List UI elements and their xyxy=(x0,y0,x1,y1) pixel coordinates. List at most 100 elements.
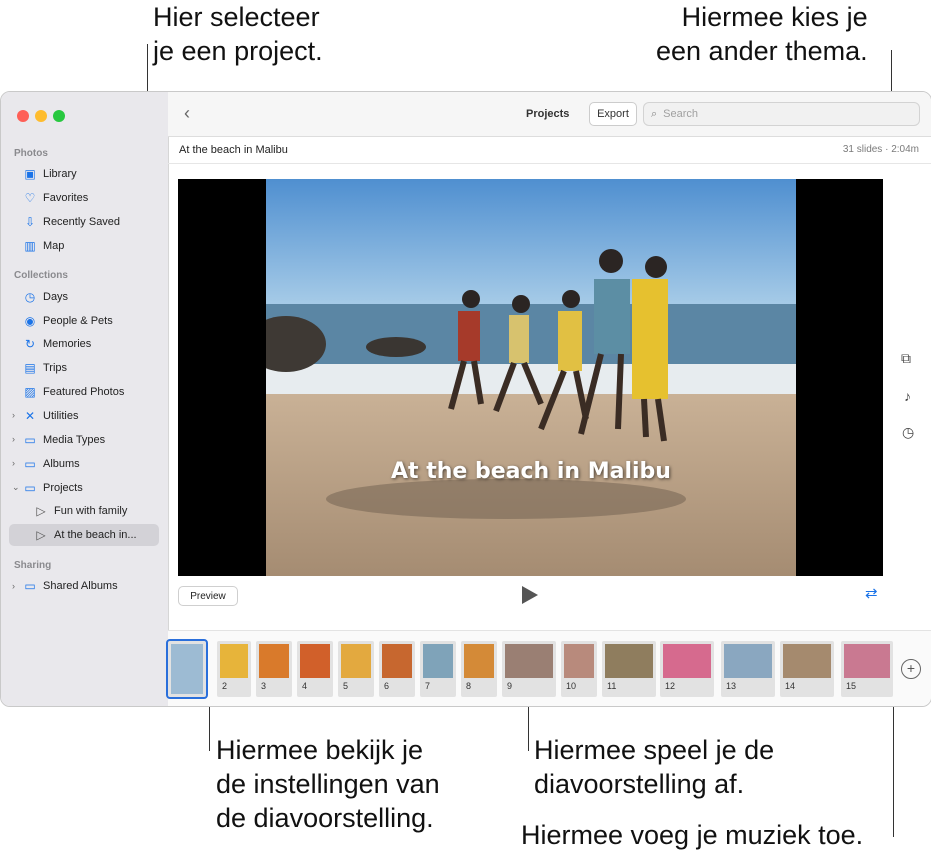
sidebar-item-label: Fun with family xyxy=(54,505,128,517)
sidebar-item-utilities[interactable]: ✕ Utilities xyxy=(9,405,159,427)
folder-icon: ▭ xyxy=(24,457,36,471)
slide-number: 2 xyxy=(222,681,228,691)
sidebar-item-albums[interactable]: ▭ Albums xyxy=(9,453,159,475)
slide-number: 9 xyxy=(507,681,513,691)
sidebar-item-recently-saved[interactable]: ⇩ Recently Saved xyxy=(9,211,159,233)
slide-thumbnail-image xyxy=(220,644,248,678)
minimize-window-button[interactable] xyxy=(35,110,47,122)
slide-thumbnail-image xyxy=(564,644,594,678)
slide-thumbnail[interactable]: 15 xyxy=(841,641,893,697)
thumbnail-strip: 15 14 13 12 11 10 9 8 7 6 5 4 3 2 + xyxy=(166,630,931,706)
sidebar-item-label: Map xyxy=(43,240,65,252)
sidebar-item-library[interactable]: ▣ Library xyxy=(9,163,159,185)
slide-thumbnail[interactable] xyxy=(166,639,208,699)
sidebar-item-at-the-beach[interactable]: ▷ At the beach in... xyxy=(9,524,159,546)
slide-thumbnail[interactable]: 13 xyxy=(721,641,775,697)
play-button[interactable] xyxy=(522,586,538,604)
timer-icon[interactable]: ◷ xyxy=(902,424,914,441)
slide-thumbnail[interactable]: 6 xyxy=(379,641,415,697)
slide-thumbnail-image xyxy=(171,644,203,694)
slide-number: 6 xyxy=(384,681,390,691)
collections-section-header: Collections xyxy=(14,270,68,281)
slide-thumbnail-image xyxy=(783,644,831,678)
slide-thumbnail[interactable]: 8 xyxy=(461,641,497,697)
sidebar-item-label: People & Pets xyxy=(43,315,113,327)
slide-thumbnail[interactable]: 5 xyxy=(338,641,374,697)
back-button[interactable]: ‹ xyxy=(184,103,190,124)
callout-select-project: Hier selecteer je een project. xyxy=(153,2,323,66)
sidebar-item-trips[interactable]: ▤ Trips xyxy=(9,357,159,379)
slide-thumbnail[interactable]: 14 xyxy=(780,641,834,697)
slide-thumbnail[interactable]: 7 xyxy=(420,641,456,697)
sidebar-item-label: Memories xyxy=(43,338,92,350)
heart-icon: ♡ xyxy=(24,191,36,205)
slide-thumbnail[interactable]: 11 xyxy=(602,641,656,697)
callout-play-slideshow: Hiermee speel je de diavoorstelling af. xyxy=(534,735,775,799)
slide-viewer[interactable]: At the beach in Malibu xyxy=(178,179,883,576)
sidebar-item-label: Shared Albums xyxy=(43,580,118,592)
person-icon: ◉ xyxy=(24,314,36,328)
add-slide-button[interactable]: + xyxy=(901,659,921,679)
theme-icon[interactable]: ⧉ xyxy=(901,350,911,367)
memories-icon: ↻ xyxy=(24,337,36,351)
export-button[interactable]: Export xyxy=(589,102,637,126)
slide-thumbnail-image xyxy=(423,644,453,678)
sidebar-item-days[interactable]: ◷ Days xyxy=(9,286,159,308)
loop-icon[interactable]: ⇄ xyxy=(865,584,878,602)
sidebar-item-media-types[interactable]: ▭ Media Types xyxy=(9,429,159,451)
slide-number: 3 xyxy=(261,681,267,691)
slide-thumbnail[interactable]: 12 xyxy=(660,641,714,697)
shared-album-icon: ▭ xyxy=(24,579,36,593)
slide-number: 15 xyxy=(846,681,857,691)
folder-icon: ▭ xyxy=(24,481,36,495)
music-icon[interactable]: ♪ xyxy=(904,388,911,404)
sidebar-item-memories[interactable]: ↻ Memories xyxy=(9,333,159,355)
close-window-button[interactable] xyxy=(17,110,29,122)
slide-thumbnail-image xyxy=(464,644,494,678)
photos-section-header: Photos xyxy=(14,148,48,159)
slide-thumbnail-image xyxy=(605,644,653,678)
sidebar-item-shared-albums[interactable]: ▭ Shared Albums xyxy=(9,575,159,597)
project-title: At the beach in Malibu xyxy=(179,144,288,156)
sharing-section-header: Sharing xyxy=(14,560,52,571)
toolbar: ‹ Projects Export ⌕ Search xyxy=(168,92,931,137)
slide-number: 11 xyxy=(607,681,617,691)
sidebar-item-label: Projects xyxy=(43,482,83,494)
slide-thumbnail[interactable]: 9 xyxy=(502,641,556,697)
slide-thumbnail[interactable]: 3 xyxy=(256,641,292,697)
zoom-window-button[interactable] xyxy=(53,110,65,122)
slide-thumbnail-image xyxy=(300,644,330,678)
sidebar-item-label: Media Types xyxy=(43,434,106,446)
preview-button[interactable]: Preview xyxy=(178,586,238,606)
photo-icon: ▨ xyxy=(24,385,36,399)
callout-preview-settings: Hiermee bekijk je de instellingen van de… xyxy=(216,735,440,833)
tools-icon: ✕ xyxy=(24,409,36,423)
sidebar-item-featured-photos[interactable]: ▨ Featured Photos xyxy=(9,381,159,403)
sidebar-item-favorites[interactable]: ♡ Favorites xyxy=(9,187,159,209)
sidebar-item-people-pets[interactable]: ◉ People & Pets xyxy=(9,310,159,332)
folder-icon: ▭ xyxy=(24,433,36,447)
slide-number: 13 xyxy=(726,681,737,691)
slide-thumbnail[interactable]: 10 xyxy=(561,641,597,697)
sidebar-item-label: Recently Saved xyxy=(43,216,121,228)
library-icon: ▣ xyxy=(24,167,36,181)
search-field[interactable]: ⌕ Search xyxy=(643,102,920,126)
photos-window: Photos ▣ Library ♡ Favorites ⇩ Recently Sav… xyxy=(0,91,931,707)
slide-thumbnail-image xyxy=(844,644,890,678)
search-placeholder: Search xyxy=(663,108,699,120)
slide-number: 12 xyxy=(665,681,676,691)
slide-title-text: At the beach in Malibu xyxy=(391,459,671,484)
toolbar-title: Projects xyxy=(526,108,570,120)
slide-number: 14 xyxy=(785,681,796,691)
sidebar-item-map[interactable]: ▥ Map xyxy=(9,235,159,257)
slide-thumbnail[interactable]: 2 xyxy=(217,641,251,697)
project-info-bar: At the beach in Malibu 31 slides · 2:04m xyxy=(168,137,931,164)
slide-number: 5 xyxy=(343,681,349,691)
sidebar-item-fun-with-family[interactable]: ▷ Fun with family xyxy=(9,500,159,522)
sidebar-item-projects[interactable]: ▭ Projects xyxy=(9,477,159,499)
slide-number: 8 xyxy=(466,681,472,691)
sidebar-item-label: Days xyxy=(43,291,69,303)
download-icon: ⇩ xyxy=(24,215,36,229)
slide-thumbnail-image xyxy=(505,644,553,678)
slide-thumbnail[interactable]: 4 xyxy=(297,641,333,697)
